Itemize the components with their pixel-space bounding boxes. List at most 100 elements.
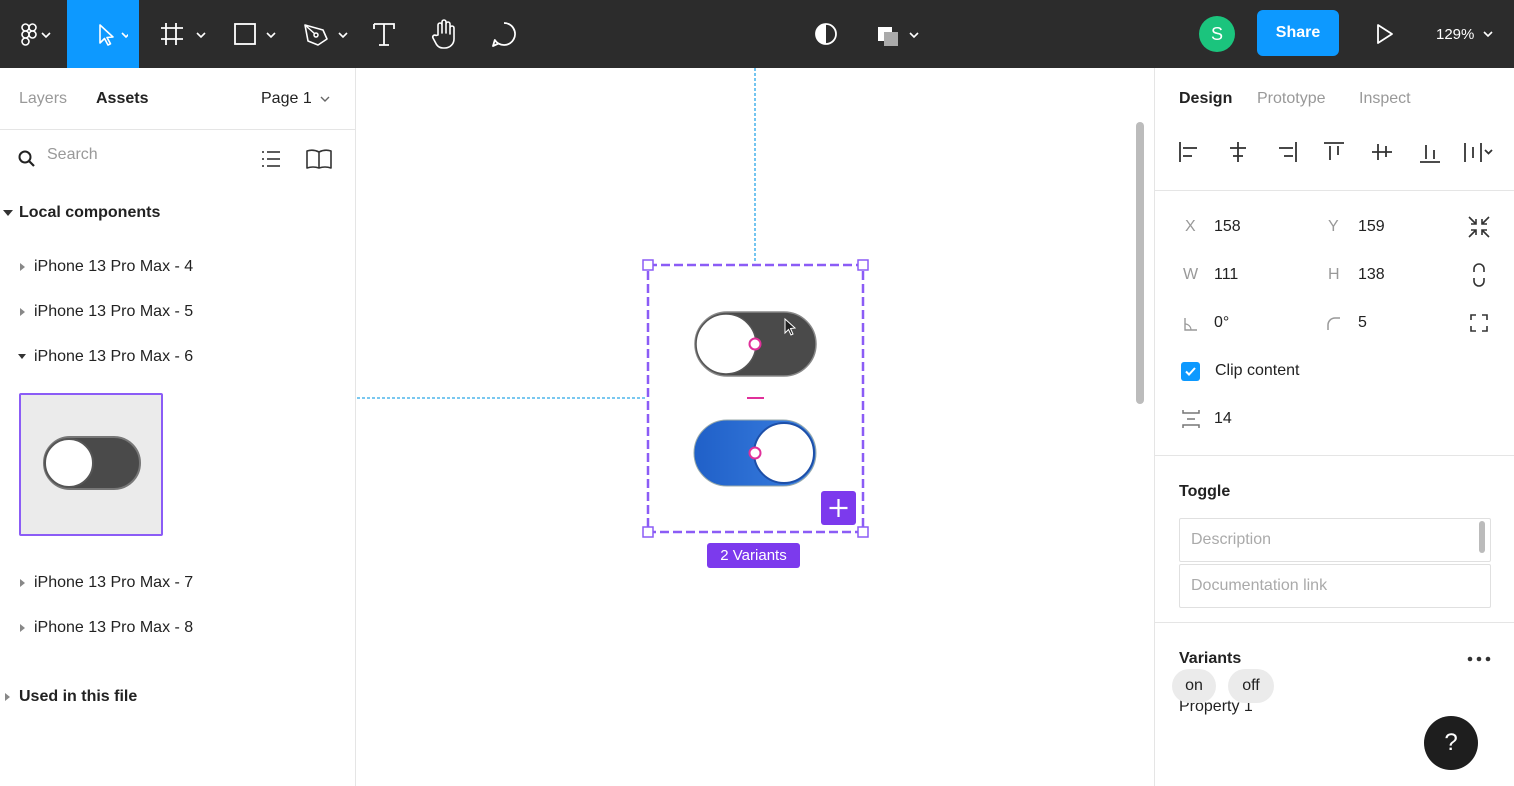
zoom-level: 129% [1436,25,1475,43]
description-field[interactable] [1179,518,1491,562]
page-selector[interactable]: Page 1 [261,90,332,108]
expand-arrow-icon[interactable] [20,308,25,316]
expand-arrow-icon[interactable] [20,263,25,271]
variant-value-chip[interactable]: off [1228,669,1274,703]
chevron-down-icon [1483,31,1493,38]
w-label: W [1183,266,1199,283]
constrain-proportions-icon[interactable] [1469,262,1489,288]
collapse-icon[interactable] [1466,214,1492,240]
share-button[interactable]: Share [1257,10,1339,56]
align-right-icon [1279,142,1297,162]
prototype-connector-icon [748,446,762,460]
present-button[interactable] [1364,0,1404,68]
align-vertical-center-icon [1372,144,1392,160]
item-spacing-icon [1182,410,1200,428]
item-spacing-field[interactable]: 14 [1214,410,1232,428]
zoom-menu[interactable]: 129% [1436,0,1498,68]
canvas-drawing [357,68,869,538]
page-name: Page 1 [261,90,312,107]
tab-layers[interactable]: Layers [19,90,67,108]
tab-inspect[interactable]: Inspect [1359,90,1411,108]
corner-radius-icon [1327,317,1340,330]
search-icon [18,150,35,167]
align-horizontal-center-icon [1230,142,1246,162]
tab-prototype[interactable]: Prototype [1257,90,1325,108]
text-tool-button[interactable] [364,0,404,68]
more-options-icon[interactable] [1466,655,1492,663]
component-thumbnail-toggle[interactable] [19,393,163,536]
component-group-item[interactable]: iPhone 13 Pro Max - 5 [34,303,193,321]
divider [1155,190,1514,191]
rectangle-icon [234,23,276,45]
variant-value-chip[interactable]: on [1172,669,1216,703]
h-field[interactable]: 138 [1358,266,1385,284]
variants-header: Variants [1179,650,1242,667]
chevron-down-icon [320,96,330,102]
component-group-item[interactable]: iPhone 13 Pro Max - 4 [34,258,193,276]
distribute-icon [1464,143,1493,162]
move-tool-button[interactable] [67,0,139,68]
toolbar: S Share 129% [0,0,1514,68]
h-label: H [1328,266,1340,283]
collapse-arrow-icon[interactable] [18,354,26,359]
hand-tool-button[interactable] [424,0,464,68]
local-components-header[interactable]: Local components [19,204,160,222]
pen-icon [304,24,348,46]
y-label: Y [1328,218,1339,235]
text-icon [373,23,395,46]
clip-content-label: Clip content [1215,362,1300,379]
asset-search [0,130,355,186]
frame-tool-button[interactable] [150,0,212,68]
components-button[interactable] [866,0,926,68]
checkmark-icon [1185,367,1196,376]
user-avatar[interactable]: S [1199,16,1235,52]
collapse-arrow-icon[interactable] [3,210,13,216]
rectangle-tool-button[interactable] [222,0,284,68]
left-panel-tabs: Layers Assets Page 1 [0,68,355,130]
prototype-connector-icon [748,337,762,351]
rotation-field[interactable]: 0° [1214,314,1229,332]
components-icon [878,27,919,46]
contrast-button[interactable] [806,0,846,68]
component-name: Toggle [1179,483,1231,500]
hand-icon [431,19,455,49]
frame-icon [161,23,206,45]
search-input[interactable] [47,146,237,164]
expand-arrow-icon[interactable] [5,693,10,701]
expand-arrow-icon[interactable] [20,579,25,587]
align-bottom-icon [1420,145,1440,163]
description-scrollbar[interactable] [1479,521,1485,553]
component-group-item[interactable]: iPhone 13 Pro Max - 7 [34,574,193,592]
independent-corners-icon[interactable] [1468,312,1490,334]
variants-badge-label: 2 Variants [720,547,787,564]
variants-badge: 2 Variants [707,543,800,568]
rotation-icon [1184,318,1197,331]
y-field[interactable]: 159 [1358,218,1385,236]
alignment-toolbar [1179,142,1493,163]
component-group-item[interactable]: iPhone 13 Pro Max - 6 [34,348,193,366]
expand-arrow-icon[interactable] [20,624,25,632]
canvas[interactable]: 2 Variants [357,68,1153,786]
help-button[interactable]: ? [1424,716,1478,770]
clip-content-checkbox[interactable] [1181,362,1200,381]
tab-design[interactable]: Design [1179,90,1232,108]
x-field[interactable]: 158 [1214,218,1241,236]
list-view-icon[interactable] [259,147,283,171]
divider [1155,622,1514,623]
component-group-item[interactable]: iPhone 13 Pro Max - 8 [34,619,193,637]
canvas-scrollbar[interactable] [1136,122,1144,404]
used-in-file-header[interactable]: Used in this file [19,688,137,706]
x-label: X [1185,218,1196,235]
corner-radius-field[interactable]: 5 [1358,314,1367,332]
align-left-icon [1179,142,1197,162]
toggle-on-knob [753,422,815,484]
main-menu-button[interactable] [0,0,66,68]
comment-tool-button[interactable] [484,0,524,68]
documentation-link-field[interactable] [1179,564,1491,608]
figma-menu-icon [21,23,51,46]
w-field[interactable]: 111 [1214,266,1238,284]
tab-assets[interactable]: Assets [96,90,148,108]
pen-tool-button[interactable] [294,0,356,68]
library-book-icon[interactable] [305,147,333,171]
contrast-icon [815,23,837,45]
